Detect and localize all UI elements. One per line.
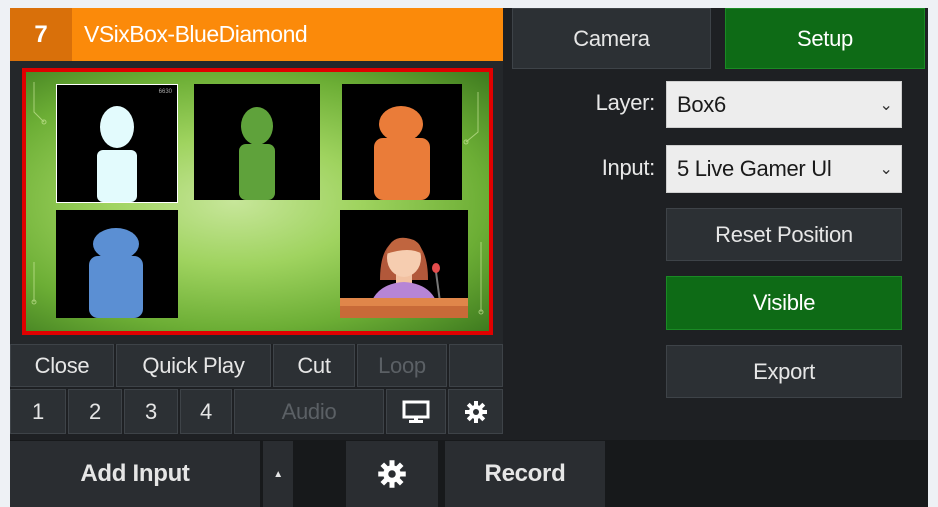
input-select-value: 5 Live Gamer Ul (677, 156, 832, 181)
overlay-3-button[interactable]: 3 (124, 389, 178, 434)
preview-tile-5 (340, 210, 468, 318)
chevron-down-icon: ⌄ (879, 161, 893, 178)
input-select[interactable]: 5 Live Gamer Ul ⌄ (666, 145, 902, 193)
input-number: 7 (10, 8, 72, 61)
audio-button[interactable]: Audio (234, 389, 384, 434)
input-settings-button[interactable] (448, 389, 503, 434)
close-button[interactable]: Close (10, 344, 114, 387)
preview-tile-4 (56, 210, 178, 318)
overlay-1-button[interactable]: 1 (10, 389, 66, 434)
visible-button[interactable]: Visible (666, 276, 902, 330)
overlay-4-button[interactable]: 4 (180, 389, 232, 434)
tab-camera[interactable]: Camera (512, 8, 711, 69)
preview-tile-3 (342, 84, 462, 200)
layer-select[interactable]: Box6 ⌄ (666, 81, 902, 128)
layer-select-value: Box6 (677, 91, 726, 117)
settings-button[interactable] (346, 441, 438, 507)
add-input-button[interactable]: Add Input (10, 441, 260, 507)
output-button[interactable] (386, 389, 446, 434)
overlay-2-button[interactable]: 2 (68, 389, 122, 434)
preview-tile-1: 6630 (56, 84, 178, 203)
empty-slot (449, 344, 503, 387)
record-button[interactable]: Record (445, 441, 605, 507)
input-preview[interactable]: 6630 (22, 68, 493, 335)
gear-icon (464, 400, 487, 423)
person-silhouette-icon (89, 228, 143, 318)
person-silhouette-icon (374, 106, 430, 200)
layer-label: Layer: (595, 90, 656, 115)
gear-icon (378, 460, 406, 488)
export-button[interactable]: Export (666, 345, 902, 398)
add-input-menu-button[interactable]: ▲ (263, 441, 293, 507)
person-silhouette-icon (97, 106, 137, 202)
quick-play-button[interactable]: Quick Play (116, 344, 271, 387)
monitor-icon (402, 400, 430, 423)
person-silhouette-icon (239, 107, 275, 200)
tile-caption: 6630 (158, 89, 172, 95)
chevron-down-icon: ⌄ (879, 96, 893, 114)
cut-button[interactable]: Cut (273, 344, 355, 387)
tab-setup[interactable]: Setup (725, 8, 925, 69)
presenter-icon (340, 237, 468, 318)
preview-tile-2 (194, 84, 320, 200)
reset-position-button[interactable]: Reset Position (666, 208, 902, 261)
input-title[interactable]: VSixBox-BlueDiamond (84, 8, 308, 61)
caret-up-icon: ▲ (273, 468, 283, 480)
input-label: Input: (601, 155, 656, 180)
loop-button[interactable]: Loop (357, 344, 447, 387)
